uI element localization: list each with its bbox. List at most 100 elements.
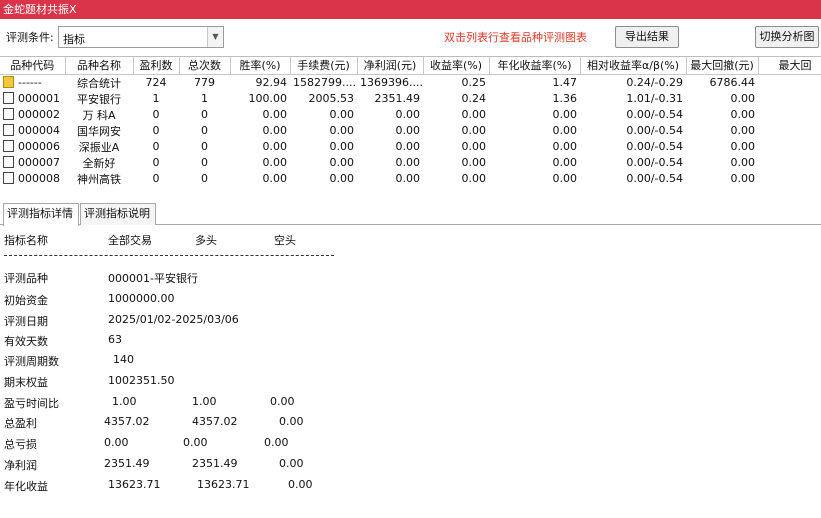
- column-header[interactable]: 胜率(%): [230, 57, 291, 75]
- table-row[interactable]: 000006 深振业A 0 0 0.00 0.00 0.00 0.00 0.00 0.00/-0.…: [0, 139, 821, 155]
- detail-header-all: 全部交易: [108, 234, 152, 247]
- table-row[interactable]: 000002 万 科A 0 0 0.00 0.00 0.00 0.00 0.00 0.00/-0.…: [0, 107, 821, 123]
- table-cell-maxdd: 0.00: [730, 172, 756, 185]
- detail-tabs: 评测指标详情 评测指标说明: [0, 201, 821, 226]
- detail-header-short: 空头: [274, 234, 296, 247]
- detail-all: 1002351.50: [108, 374, 175, 387]
- table-cell-annual: 0.00: [552, 172, 578, 185]
- table-cell-annual: 0.00: [552, 124, 578, 137]
- table-cell-alpha: 0.00/-0.54: [626, 172, 683, 185]
- table-cell-maxdd: 0.00: [730, 108, 756, 121]
- detail-all: 2025/01/02-2025/03/06: [108, 313, 239, 326]
- table-row[interactable]: 000001 平安银行 1 1 100.00 2005.53 2351.49 0.24 1.36…: [0, 91, 821, 107]
- detail-name: 盈亏时间比: [4, 397, 59, 410]
- detail-long: 0.00: [183, 436, 208, 449]
- table-cell-wins: 0: [152, 124, 160, 137]
- table-cell-code: ------: [0, 74, 65, 91]
- column-header[interactable]: 盈利数: [133, 57, 180, 75]
- table-cell-annual: 0.00: [552, 108, 578, 121]
- table-cell-ret: 0.00: [461, 172, 487, 185]
- table-cell-alpha: 0.00/-0.54: [626, 108, 683, 121]
- table-cell-fee: 1582799....: [293, 76, 356, 89]
- document-icon: [3, 172, 14, 184]
- detail-all: 63: [108, 333, 122, 346]
- table-row[interactable]: ------ 综合统计 724 779 92.94 1582799.... 1369396.…: [0, 74, 821, 91]
- table-row[interactable]: 000007 全新好 0 0 0.00 0.00 0.00 0.00 0.00 0.00/-0.5…: [0, 155, 821, 171]
- detail-name: 评测品种: [4, 272, 48, 285]
- table-cell-ret: 0.00: [461, 108, 487, 121]
- table-cell-ret: 0.00: [461, 124, 487, 137]
- table-cell-name: 平安银行: [77, 92, 121, 106]
- table-cell-profit: 1369396....: [360, 76, 423, 89]
- table-cell-wins: 0: [152, 172, 160, 185]
- table-cell-total: 779: [194, 76, 215, 89]
- table-cell-code-text: 000004: [18, 124, 60, 137]
- table-row[interactable]: 000004 国华网安 0 0 0.00 0.00 0.00 0.00 0.00 0.00/-0.…: [0, 123, 821, 139]
- column-header[interactable]: 最大回撤(元): [686, 57, 759, 75]
- column-header[interactable]: 品种名称: [65, 57, 134, 75]
- table-cell-alpha: 0.00/-0.54: [626, 156, 683, 169]
- table-cell-wins: 1: [152, 92, 160, 105]
- column-header[interactable]: 总次数: [179, 57, 231, 75]
- table-cell-code-text: 000006: [18, 140, 60, 153]
- detail-all: 0.00: [104, 436, 129, 449]
- detail-all: 140: [113, 353, 134, 366]
- table-cell-empty: [758, 123, 821, 139]
- detail-name: 总盈利: [4, 417, 37, 430]
- document-icon: [3, 108, 14, 120]
- detail-all: 1000000.00: [108, 292, 175, 305]
- table-cell-code: 000002: [0, 107, 65, 123]
- switch-chart-button[interactable]: 切换分析图: [755, 26, 819, 48]
- table-cell-total: 0: [201, 156, 208, 169]
- detail-long: 4357.02: [192, 415, 238, 428]
- table-cell-winrate: 0.00: [262, 156, 288, 169]
- column-header[interactable]: 品种代码: [0, 57, 66, 75]
- table-cell-maxdd: 0.00: [730, 124, 756, 137]
- tab-metric-description[interactable]: 评测指标说明: [80, 203, 156, 225]
- column-header[interactable]: 最大回: [758, 57, 821, 75]
- table-cell-profit: 0.00: [395, 156, 421, 169]
- table-cell-total: 1: [201, 92, 208, 105]
- tab-metric-details[interactable]: 评测指标详情: [3, 203, 79, 226]
- column-header[interactable]: 年化收益率(%): [489, 57, 581, 75]
- column-header[interactable]: 手续费(元): [290, 57, 358, 75]
- table-cell-profit: 0.00: [395, 140, 421, 153]
- column-header[interactable]: 收益率(%): [423, 57, 490, 75]
- document-icon: [3, 124, 14, 136]
- detail-panel: 指标名称 全部交易 多头 空头 评测品种 000001-平安银行 初始资金 10000…: [0, 226, 821, 518]
- export-results-button[interactable]: 导出结果: [615, 26, 679, 48]
- table-cell-ret: 0.00: [461, 140, 487, 153]
- table-row[interactable]: 000008 神州高铁 0 0 0.00 0.00 0.00 0.00 0.00 0.00/-0.…: [0, 171, 821, 187]
- detail-name: 期末权益: [4, 376, 48, 389]
- table-cell-alpha: 0.24/-0.29: [626, 76, 683, 89]
- chevron-down-icon[interactable]: ▼: [207, 27, 223, 47]
- column-header[interactable]: 净利润(元): [357, 57, 424, 75]
- results-grid[interactable]: 品种代码 品种名称 盈利数 总次数 胜率(%) 手续费(元) 净利润(元) 收益…: [0, 56, 821, 194]
- table-cell-wins: 0: [152, 156, 160, 169]
- detail-name: 评测周期数: [4, 355, 59, 368]
- table-cell-code-text: 000001: [18, 92, 60, 105]
- folder-icon: [3, 76, 14, 88]
- table-cell-fee: 2005.53: [308, 92, 355, 105]
- table-cell-name: 综合统计: [77, 76, 121, 90]
- table-cell-code-text: 000008: [18, 172, 60, 185]
- table-cell-annual: 1.36: [552, 92, 578, 105]
- table-cell-fee: 0.00: [329, 156, 355, 169]
- table-cell-alpha: 1.01/-0.31: [626, 92, 683, 105]
- column-header[interactable]: 相对收益率α/β(%): [580, 57, 687, 75]
- table-cell-total: 0: [201, 124, 208, 137]
- table-cell-code-text: 000007: [18, 156, 60, 169]
- detail-long: 1.00: [192, 395, 217, 408]
- detail-name: 年化收益: [4, 480, 48, 493]
- table-cell-maxdd: 6786.44: [709, 76, 756, 89]
- table-cell-wins: 724: [145, 76, 167, 89]
- table-cell-winrate: 100.00: [248, 92, 288, 105]
- detail-short: 0.00: [288, 478, 313, 491]
- document-icon: [3, 156, 14, 168]
- detail-all: 4357.02: [104, 415, 150, 428]
- table-cell-code: 000007: [0, 155, 65, 171]
- criteria-select[interactable]: 指标 ▼: [58, 26, 224, 48]
- table-cell-profit: 0.00: [395, 124, 421, 137]
- table-cell-profit: 0.00: [395, 108, 421, 121]
- table-cell-empty: [758, 91, 821, 107]
